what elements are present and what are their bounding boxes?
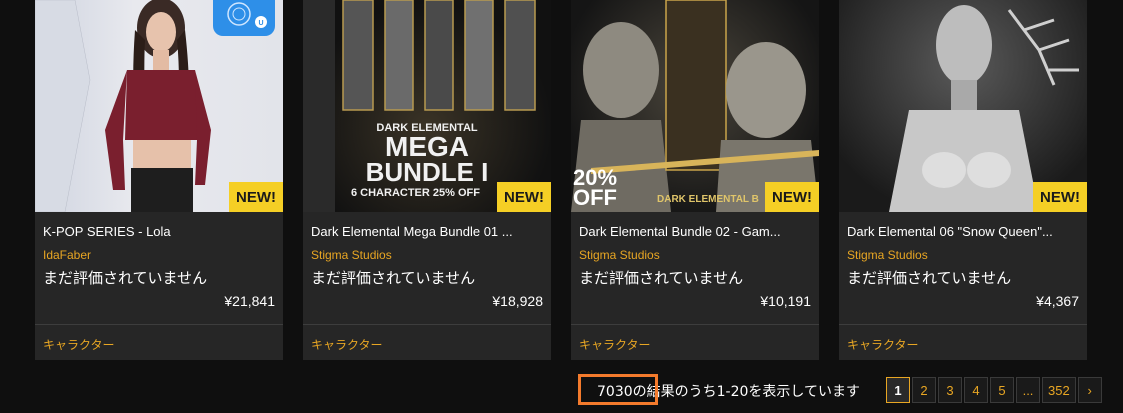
product-author[interactable]: Stigma Studios bbox=[847, 248, 1079, 262]
card-divider bbox=[571, 324, 819, 325]
page-button[interactable]: 2 bbox=[912, 377, 936, 403]
product-category[interactable]: キャラクター bbox=[43, 336, 115, 353]
product-price: ¥18,928 bbox=[492, 293, 543, 309]
product-thumbnail[interactable]: U NEW! bbox=[35, 0, 283, 212]
card-divider bbox=[839, 324, 1087, 325]
new-badge: NEW! bbox=[1033, 182, 1087, 212]
card-divider bbox=[35, 324, 283, 325]
product-rating: まだ評価されていません bbox=[43, 269, 208, 287]
page-button[interactable]: 5 bbox=[990, 377, 1014, 403]
product-thumbnail[interactable]: NEW! bbox=[839, 0, 1087, 212]
product-thumbnail[interactable]: DARK ELEMENTAL MEGA BUNDLE I 6 CHARACTER… bbox=[303, 0, 551, 212]
product-title[interactable]: Dark Elemental 06 "Snow Queen"... bbox=[847, 224, 1079, 242]
product-title[interactable]: Dark Elemental Bundle 02 - Gam... bbox=[579, 224, 811, 242]
card-divider bbox=[303, 324, 551, 325]
product-title[interactable]: Dark Elemental Mega Bundle 01 ... bbox=[311, 224, 543, 242]
product-grid: U NEW! K-POP SERIES - Lola IdaFaber まだ評価… bbox=[35, 0, 1087, 360]
product-category[interactable]: キャラクター bbox=[311, 336, 383, 353]
product-price: ¥4,367 bbox=[1036, 293, 1079, 309]
snow-queen-artwork-image bbox=[889, 5, 1079, 212]
product-rating: まだ評価されていません bbox=[311, 269, 476, 287]
product-author[interactable]: Stigma Studios bbox=[579, 248, 811, 262]
product-category[interactable]: キャラクター bbox=[579, 336, 651, 353]
product-card[interactable]: U NEW! K-POP SERIES - Lola IdaFaber まだ評価… bbox=[35, 0, 283, 360]
unreal-engine-icon: U bbox=[213, 0, 275, 36]
page-ellipsis: ... bbox=[1016, 377, 1040, 403]
page-button[interactable]: 4 bbox=[964, 377, 988, 403]
next-page-button[interactable]: › bbox=[1077, 377, 1102, 403]
product-author[interactable]: Stigma Studios bbox=[311, 248, 543, 262]
product-price: ¥10,191 bbox=[760, 293, 811, 309]
product-author[interactable]: IdaFaber bbox=[43, 248, 275, 262]
product-thumbnail[interactable]: 20% OFF DARK ELEMENTAL B NEW! bbox=[571, 0, 819, 212]
page-button[interactable]: 3 bbox=[938, 377, 962, 403]
svg-text:U: U bbox=[258, 20, 263, 27]
product-category[interactable]: キャラクター bbox=[847, 336, 919, 353]
pagination-bar: 7030の結果のうち1-20を表示しています 1 2 3 4 5 ... 352… bbox=[0, 374, 1123, 405]
new-badge: NEW! bbox=[765, 182, 819, 212]
product-price: ¥21,841 bbox=[224, 293, 275, 309]
pagination: 1 2 3 4 5 ... 352 › bbox=[886, 377, 1102, 403]
product-title[interactable]: K-POP SERIES - Lola bbox=[43, 224, 275, 242]
new-badge: NEW! bbox=[497, 182, 551, 212]
product-card[interactable]: NEW! Dark Elemental 06 "Snow Queen"... S… bbox=[839, 0, 1087, 360]
highlight-annotation bbox=[578, 374, 658, 405]
product-rating: まだ評価されていません bbox=[847, 269, 1012, 287]
product-card[interactable]: 20% OFF DARK ELEMENTAL B NEW! Dark Eleme… bbox=[571, 0, 819, 360]
product-card[interactable]: DARK ELEMENTAL MEGA BUNDLE I 6 CHARACTER… bbox=[303, 0, 551, 360]
page-button-last[interactable]: 352 bbox=[1042, 377, 1076, 403]
page-button-current[interactable]: 1 bbox=[886, 377, 910, 403]
new-badge: NEW! bbox=[229, 182, 283, 212]
product-rating: まだ評価されていません bbox=[579, 269, 744, 287]
